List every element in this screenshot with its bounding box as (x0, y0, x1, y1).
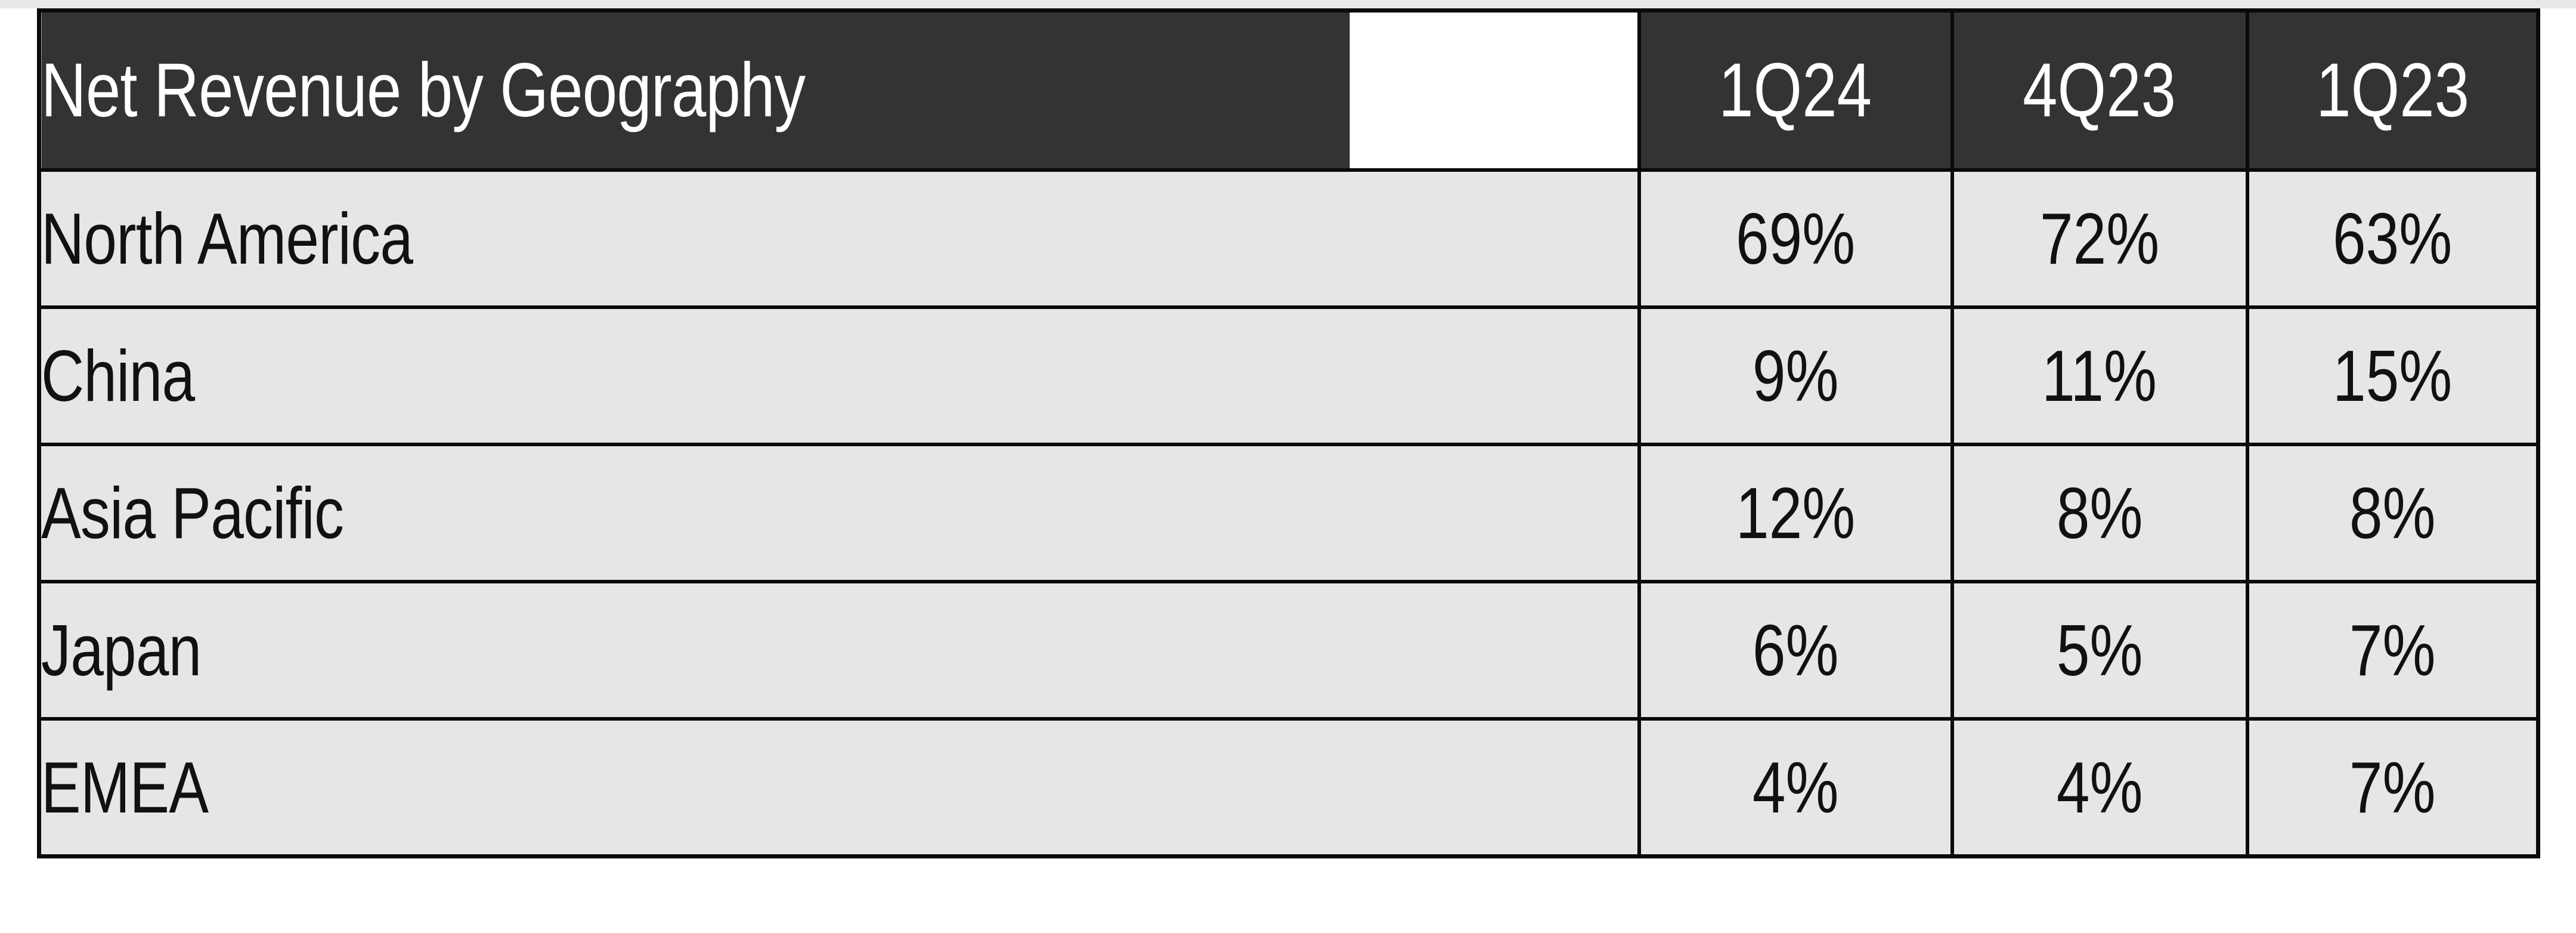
cell-value: 7% (2349, 747, 2436, 828)
table-row: Asia Pacific 12% 8% 8% (37, 443, 2540, 583)
table-row: EMEA 4% 4% 7% (37, 717, 2540, 858)
cell-value: 7% (2349, 610, 2436, 691)
cell-emea-4q23: 4% (1950, 717, 2249, 858)
cell-japan-1q24: 6% (1637, 580, 1954, 721)
table-header: Net Revenue by Geography 1Q24 4Q23 1Q23 (38, 8, 2540, 172)
cell-emea-1q23: 7% (2245, 717, 2540, 858)
cell-value: 8% (2349, 472, 2436, 554)
column-header-4q23: 4Q23 (1950, 8, 2249, 172)
row-label-text: Asia Pacific (41, 472, 344, 554)
cell-value: 69% (1735, 198, 1856, 279)
column-header-1q23: 1Q23 (2245, 8, 2540, 172)
cell-value: 63% (2333, 198, 2453, 279)
table-row: North America 69% 72% 63% (37, 168, 2540, 309)
row-label-text: North America (41, 198, 413, 279)
table-row: Japan 6% 5% 7% (37, 580, 2540, 721)
cell-value: 72% (2039, 198, 2160, 279)
net-revenue-by-geography-table: Net Revenue by Geography 1Q24 4Q23 1Q23 … (37, 8, 2540, 858)
row-label-emea: EMEA (37, 717, 1641, 858)
row-label-text: EMEA (41, 747, 209, 828)
row-label-china: China (37, 305, 1641, 446)
cell-china-1q24: 9% (1637, 305, 1954, 446)
cell-value: 8% (2056, 472, 2143, 554)
table-row: China 9% 11% 15% (37, 305, 2540, 446)
column-header-1q24: 1Q24 (1637, 8, 1954, 172)
row-label-japan: Japan (37, 580, 1641, 721)
column-header-1q24-label: 1Q24 (1719, 47, 1872, 133)
cell-china-1q23: 15% (2245, 305, 2540, 446)
net-revenue-by-geography-table-container: Net Revenue by Geography 1Q24 4Q23 1Q23 … (37, 8, 2540, 858)
row-label-text: Japan (41, 610, 202, 691)
cell-value: 4% (2056, 747, 2143, 828)
cell-asia-pacific-1q24: 12% (1637, 443, 1954, 583)
cell-value: 11% (2042, 335, 2157, 416)
cell-japan-1q23: 7% (2245, 580, 2540, 721)
row-label-asia-pacific: Asia Pacific (37, 443, 1641, 583)
cell-value: 5% (2056, 610, 2143, 691)
cell-value: 15% (2333, 335, 2453, 416)
row-label-text: China (41, 335, 195, 416)
cell-value: 6% (1752, 610, 1839, 691)
cell-value: 4% (1752, 747, 1839, 828)
table-title-header-cell: Net Revenue by Geography (38, 8, 1353, 172)
table-header-row: Net Revenue by Geography 1Q24 4Q23 1Q23 (38, 8, 2540, 172)
cell-china-4q23: 11% (1950, 305, 2249, 446)
page-root: Net Revenue by Geography 1Q24 4Q23 1Q23 … (0, 0, 2576, 933)
cell-value: 12% (1735, 472, 1856, 554)
column-header-1q23-label: 1Q23 (2315, 47, 2469, 133)
cell-emea-1q24: 4% (1637, 717, 1954, 858)
page-top-band (0, 0, 2576, 8)
cell-asia-pacific-4q23: 8% (1950, 443, 2249, 583)
cell-north-america-4q23: 72% (1950, 168, 2249, 309)
cell-value: 9% (1752, 335, 1839, 416)
cell-north-america-1q24: 69% (1637, 168, 1954, 309)
column-header-4q23-label: 4Q23 (2023, 47, 2176, 133)
cell-north-america-1q23: 63% (2245, 168, 2540, 309)
table-body: North America 69% 72% 63% China 9% 11% 1… (37, 168, 2540, 858)
cell-japan-4q23: 5% (1950, 580, 2249, 721)
cell-asia-pacific-1q23: 8% (2245, 443, 2540, 583)
row-label-north-america: North America (37, 168, 1641, 309)
